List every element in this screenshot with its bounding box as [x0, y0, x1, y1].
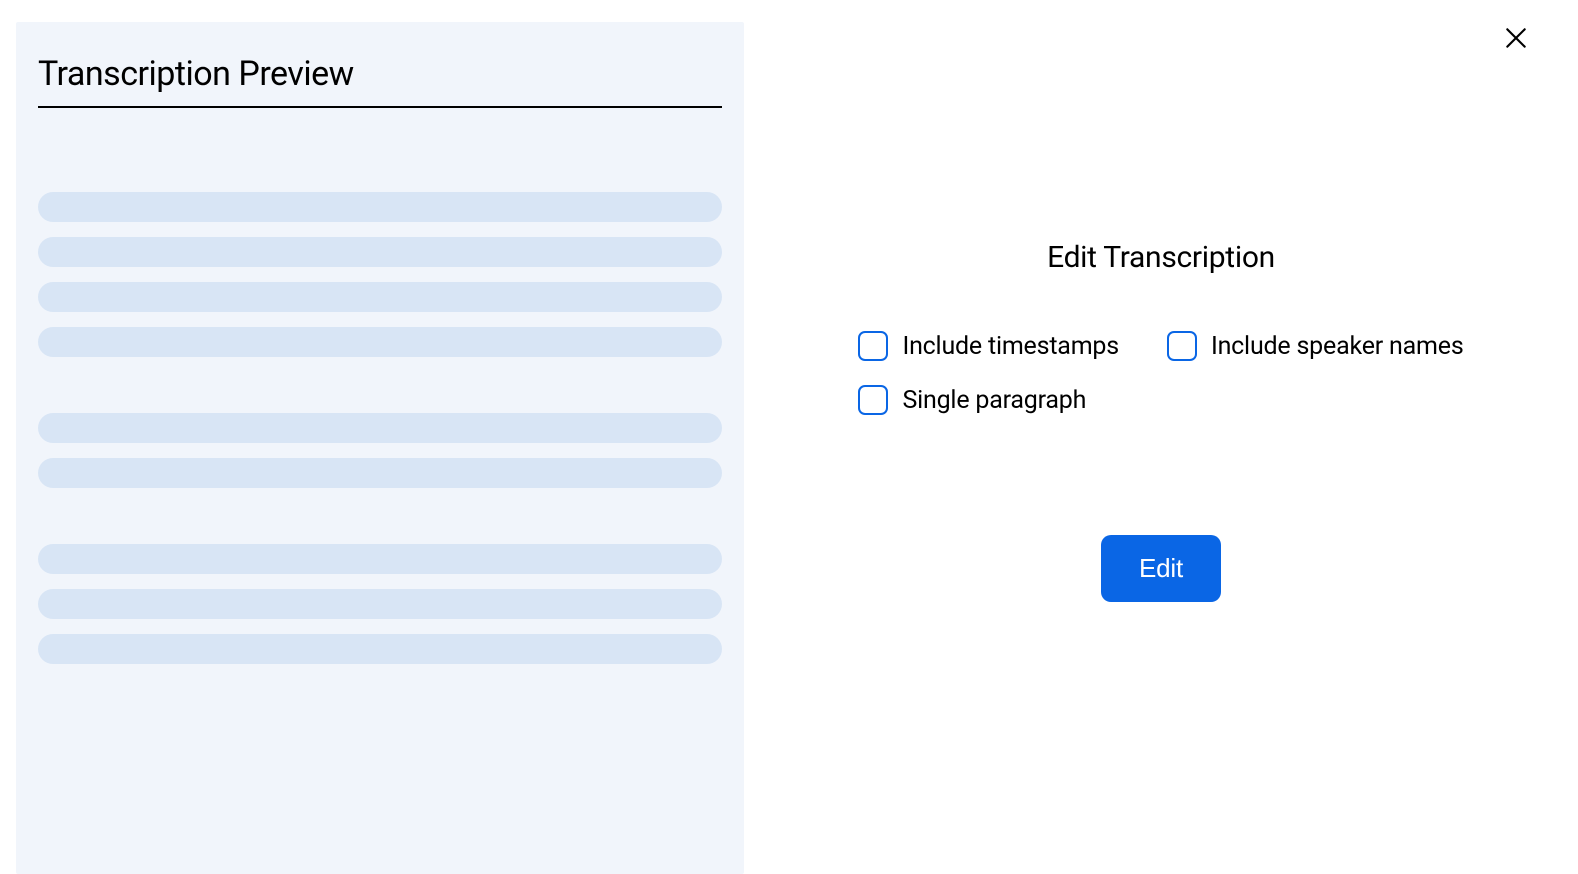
- skeleton-block: [38, 413, 722, 488]
- checkbox-include-speaker-names[interactable]: Include speaker names: [1167, 331, 1464, 361]
- checkbox-box: [1167, 331, 1197, 361]
- skeleton-line: [38, 413, 722, 443]
- skeleton-line: [38, 544, 722, 574]
- skeleton-line: [38, 589, 722, 619]
- skeleton-line: [38, 237, 722, 267]
- skeleton-line: [38, 282, 722, 312]
- skeleton-line: [38, 634, 722, 664]
- checkbox-label: Single paragraph: [902, 386, 1086, 415]
- edit-title: Edit Transcription: [1047, 240, 1275, 275]
- checkbox-label: Include speaker names: [1211, 332, 1464, 361]
- preview-skeleton: [38, 192, 722, 664]
- checkbox-box: [858, 331, 888, 361]
- checkbox-label: Include timestamps: [902, 332, 1119, 361]
- modal-container: Transcription Preview: [0, 0, 1578, 874]
- close-icon: [1503, 25, 1529, 51]
- checkbox-include-timestamps[interactable]: Include timestamps: [858, 331, 1119, 361]
- edit-button[interactable]: Edit: [1101, 535, 1221, 602]
- close-button[interactable]: [1502, 24, 1530, 52]
- edit-panel: Edit Transcription Include timestamps In…: [744, 0, 1578, 874]
- skeleton-line: [38, 192, 722, 222]
- preview-title: Transcription Preview: [38, 54, 722, 108]
- skeleton-line: [38, 327, 722, 357]
- options-grid: Include timestamps Include speaker names…: [850, 331, 1471, 415]
- checkbox-box: [858, 385, 888, 415]
- transcription-preview-panel: Transcription Preview: [16, 22, 744, 874]
- edit-content: Edit Transcription Include timestamps In…: [744, 240, 1578, 602]
- skeleton-line: [38, 458, 722, 488]
- skeleton-block: [38, 544, 722, 664]
- checkbox-single-paragraph[interactable]: Single paragraph: [858, 385, 1119, 415]
- skeleton-block: [38, 192, 722, 357]
